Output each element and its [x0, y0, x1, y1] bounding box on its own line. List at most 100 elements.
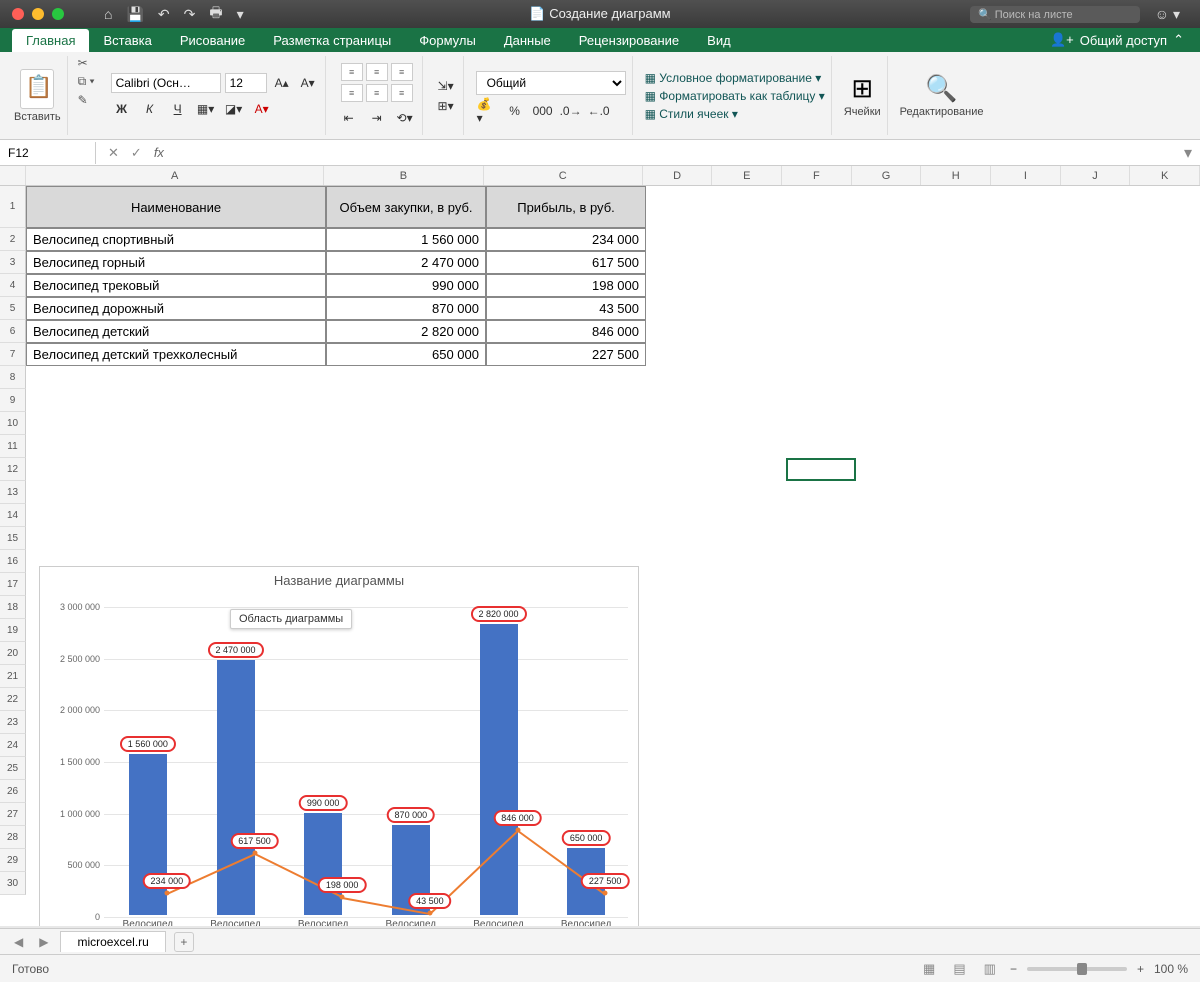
sheet-search[interactable]: 🔍 Поиск на листе: [970, 6, 1140, 23]
align-bottom[interactable]: ≡: [391, 63, 413, 81]
conditional-formatting[interactable]: ▦ Условное форматирование ▾: [645, 71, 822, 85]
row-header-27[interactable]: 27: [0, 803, 26, 826]
line-point[interactable]: [252, 851, 257, 856]
row-header-9[interactable]: 9: [0, 389, 26, 412]
table-cell[interactable]: 870 000: [326, 297, 486, 320]
col-header-C[interactable]: C: [484, 166, 643, 185]
line-point[interactable]: [427, 910, 432, 915]
row-header-15[interactable]: 15: [0, 527, 26, 550]
row-header-7[interactable]: 7: [0, 343, 26, 366]
view-page-break-icon[interactable]: ▥: [980, 961, 1000, 977]
row-header-21[interactable]: 21: [0, 665, 26, 688]
bold-button[interactable]: Ж: [111, 99, 133, 119]
row-header-14[interactable]: 14: [0, 504, 26, 527]
line-point[interactable]: [164, 890, 169, 895]
row-header-16[interactable]: 16: [0, 550, 26, 573]
table-cell[interactable]: Велосипед детский трехколесный: [26, 343, 326, 366]
zoom-out[interactable]: −: [1010, 962, 1017, 976]
row-header-19[interactable]: 19: [0, 619, 26, 642]
table-cell[interactable]: 846 000: [486, 320, 646, 343]
number-format-select[interactable]: Общий: [476, 71, 626, 95]
tab-formulas[interactable]: Формулы: [405, 29, 490, 52]
row-header-5[interactable]: 5: [0, 297, 26, 320]
line-point[interactable]: [603, 891, 608, 896]
table-cell[interactable]: 2 470 000: [326, 251, 486, 274]
table-cell[interactable]: Велосипед дорожный: [26, 297, 326, 320]
col-header-G[interactable]: G: [852, 166, 922, 185]
currency-button[interactable]: 💰▾: [476, 101, 498, 121]
zoom-level[interactable]: 100 %: [1154, 962, 1188, 976]
sheet-nav-next[interactable]: ▶: [35, 935, 52, 949]
cell-styles[interactable]: ▦ Стили ячеек ▾: [645, 107, 738, 121]
col-header-B[interactable]: B: [324, 166, 483, 185]
row-header-26[interactable]: 26: [0, 780, 26, 803]
col-header-K[interactable]: K: [1130, 166, 1200, 185]
find-icon[interactable]: 🔍: [925, 73, 957, 104]
line-point[interactable]: [340, 894, 345, 899]
tab-review[interactable]: Рецензирование: [565, 29, 693, 52]
copy-icon[interactable]: ⧉ ▾: [78, 74, 95, 89]
spreadsheet-grid[interactable]: ABCDEFGHIJK 1234567891011121314151617181…: [0, 166, 1200, 926]
table-cell[interactable]: Велосипед трековый: [26, 274, 326, 297]
fill-color-button[interactable]: ◪▾: [223, 99, 245, 119]
view-page-layout-icon[interactable]: ▤: [949, 961, 969, 977]
print-icon[interactable]: 🖶: [209, 2, 222, 26]
cells-insert-icon[interactable]: ⊞: [851, 73, 873, 104]
format-as-table[interactable]: ▦ Форматировать как таблицу ▾: [645, 89, 825, 103]
row-header-23[interactable]: 23: [0, 711, 26, 734]
zoom-in[interactable]: +: [1137, 962, 1144, 976]
col-header-A[interactable]: A: [26, 166, 325, 185]
row-header-18[interactable]: 18: [0, 596, 26, 619]
col-header-E[interactable]: E: [712, 166, 782, 185]
undo-icon[interactable]: ↶: [158, 6, 170, 23]
table-header[interactable]: Наименование: [26, 186, 326, 228]
align-center[interactable]: ≡: [366, 84, 388, 102]
row-header-2[interactable]: 2: [0, 228, 26, 251]
italic-button[interactable]: К: [139, 99, 161, 119]
chart-title[interactable]: Название диаграммы: [40, 567, 638, 594]
sheet-nav-prev[interactable]: ◀: [10, 935, 27, 949]
expand-formula-bar[interactable]: ▾: [1176, 143, 1200, 163]
col-header-I[interactable]: I: [991, 166, 1061, 185]
chart-area[interactable]: Название диаграммы Область диаграммы 050…: [39, 566, 639, 926]
orientation-button[interactable]: ⟲▾: [394, 108, 416, 128]
increase-decimal[interactable]: .0→: [560, 101, 582, 121]
table-cell[interactable]: 234 000: [486, 228, 646, 251]
bar[interactable]: [304, 813, 342, 915]
share-button[interactable]: 👤+ Общий доступ ⌃: [1034, 28, 1200, 52]
font-color-button[interactable]: A▾: [251, 99, 273, 119]
wrap-text[interactable]: ⇲▾: [435, 76, 457, 96]
table-cell[interactable]: Велосипед горный: [26, 251, 326, 274]
tab-data[interactable]: Данные: [490, 29, 565, 52]
row-header-28[interactable]: 28: [0, 826, 26, 849]
cancel-icon[interactable]: ✕: [108, 145, 119, 161]
table-cell[interactable]: 198 000: [486, 274, 646, 297]
tab-view[interactable]: Вид: [693, 29, 745, 52]
decrease-font-icon[interactable]: A▾: [297, 73, 319, 93]
selected-cell[interactable]: [786, 458, 856, 481]
row-header-30[interactable]: 30: [0, 872, 26, 895]
col-header-D[interactable]: D: [643, 166, 713, 185]
table-header[interactable]: Прибыль, в руб.: [486, 186, 646, 228]
maximize-window[interactable]: [52, 8, 64, 20]
line-point[interactable]: [515, 827, 520, 832]
underline-button[interactable]: Ч: [167, 99, 189, 119]
format-painter-icon[interactable]: ✎: [78, 93, 95, 107]
table-cell[interactable]: 43 500: [486, 297, 646, 320]
plot-area[interactable]: 1 560 000Велосипедспортивный2 470 000Вел…: [104, 607, 628, 915]
border-button[interactable]: ▦▾: [195, 99, 217, 119]
enter-icon[interactable]: ✓: [131, 145, 142, 161]
row-header-4[interactable]: 4: [0, 274, 26, 297]
decrease-indent[interactable]: ⇤: [338, 108, 360, 128]
bar[interactable]: [480, 624, 518, 915]
row-header-10[interactable]: 10: [0, 412, 26, 435]
col-header-J[interactable]: J: [1061, 166, 1131, 185]
table-cell[interactable]: 227 500: [486, 343, 646, 366]
table-cell[interactable]: 650 000: [326, 343, 486, 366]
align-top[interactable]: ≡: [341, 63, 363, 81]
row-header-29[interactable]: 29: [0, 849, 26, 872]
tab-insert[interactable]: Вставка: [89, 29, 165, 52]
row-header-20[interactable]: 20: [0, 642, 26, 665]
percent-button[interactable]: %: [504, 101, 526, 121]
row-header-8[interactable]: 8: [0, 366, 26, 389]
